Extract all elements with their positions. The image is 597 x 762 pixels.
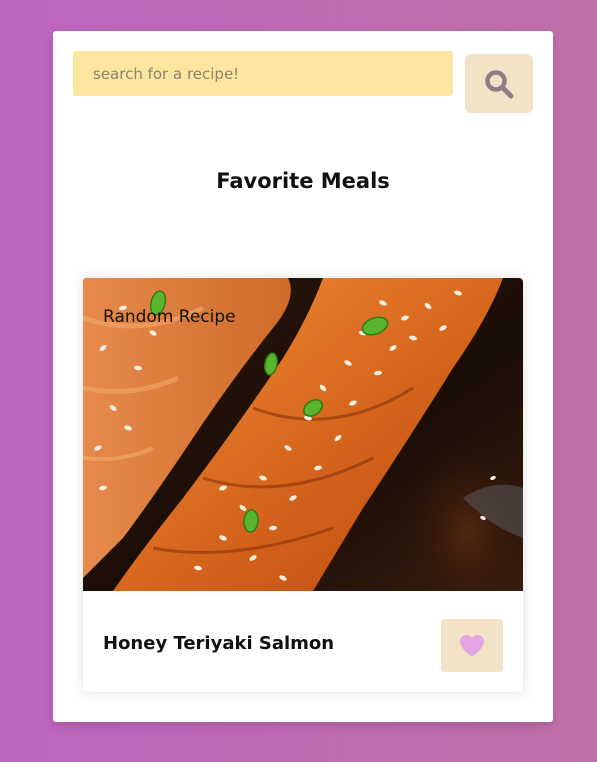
random-recipe-tag: Random Recipe xyxy=(103,307,236,327)
favorite-button[interactable] xyxy=(441,619,503,672)
meal-card: Random Recipe Honey Teriyaki Salmon xyxy=(83,278,523,692)
search-input[interactable] xyxy=(73,51,453,96)
search-button[interactable] xyxy=(465,54,533,113)
search-icon xyxy=(485,69,514,98)
favorite-meals-title: Favorite Meals xyxy=(216,169,390,193)
meal-name: Honey Teriyaki Salmon xyxy=(103,633,335,654)
app-container: Favorite Meals xyxy=(53,31,553,722)
heart-icon xyxy=(460,634,484,657)
